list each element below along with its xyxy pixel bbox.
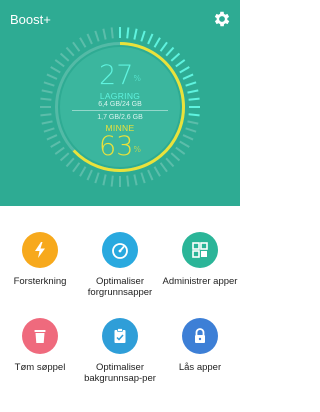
storage-tick-empty [43, 127, 55, 133]
action-empty-trash[interactable]: Tøm søppel [0, 318, 80, 408]
memory-amount: 1,7 GB/2,6 GB [97, 114, 143, 121]
storage-tick-empty [40, 113, 52, 117]
storage-tick-filled [140, 30, 146, 42]
storage-tick-filled [187, 89, 199, 94]
storage-tick-empty [41, 120, 53, 125]
storage-tick-empty [159, 162, 168, 173]
storage-tick-empty [54, 59, 65, 68]
storage-tick-empty [185, 127, 197, 133]
action-optimize-foreground-circle [102, 232, 138, 268]
storage-amount: 6,4 GB/24 GB [98, 101, 142, 108]
storage-tick-filled [159, 41, 168, 52]
storage-tick-filled [126, 27, 130, 39]
storage-tick-empty [126, 175, 130, 187]
storage-tick-empty [46, 73, 58, 80]
action-optimize-foreground[interactable]: Optimaliser forgrunnsapper [80, 232, 160, 322]
action-optimize-background-label: Optimaliser bakgrunnsap-per [84, 362, 156, 384]
gauge-divider [72, 110, 168, 111]
action-empty-trash-circle [22, 318, 58, 354]
storage-label: LAGRING [99, 91, 141, 101]
storage-tick-empty [86, 33, 93, 45]
storage-tick-empty [72, 41, 81, 52]
storage-tick-empty [102, 28, 107, 40]
storage-tick-filled [147, 33, 154, 45]
action-manage-apps-label: Administrer apper [162, 276, 238, 287]
storage-tick-empty [50, 140, 61, 148]
storage-tick-empty [140, 172, 146, 184]
storage-tick-filled [175, 59, 186, 68]
action-optimize-background-circle [102, 318, 138, 354]
action-lock-apps[interactable]: Lås apper [160, 318, 240, 408]
storage-tick-empty [110, 27, 114, 39]
action-manage-apps-circle [182, 232, 218, 268]
storage-tick-empty [59, 152, 70, 162]
storage-tick-empty [46, 134, 58, 141]
storage-tick-empty [79, 37, 87, 48]
storage-tick-empty [43, 81, 55, 87]
apps-grid-icon [192, 242, 208, 258]
action-optimize-foreground-label: Optimaliser forgrunnsapper [87, 276, 153, 298]
storage-tick-empty [79, 166, 87, 177]
storage-tick-filled [179, 66, 190, 74]
storage-tick-empty [170, 152, 181, 162]
storage-tick-empty [40, 97, 52, 101]
storage-tick-empty [65, 46, 75, 57]
storage-tick-empty [153, 166, 161, 177]
storage-tick-empty [41, 89, 53, 94]
trash-icon [34, 330, 46, 343]
storage-tick-filled [188, 97, 200, 101]
action-boost-circle [22, 232, 58, 268]
storage-tick-empty [175, 146, 186, 155]
clipboard-icon [114, 328, 126, 343]
storage-tick-empty [94, 172, 100, 184]
storage-tick-empty [59, 52, 70, 62]
action-manage-apps[interactable]: Administrer apper [160, 232, 240, 322]
lightning-icon [35, 242, 45, 258]
storage-tick-empty [72, 162, 81, 173]
speedometer-icon [112, 243, 128, 259]
memory-percent: 63% [99, 131, 141, 162]
storage-percent: 27% [99, 60, 141, 91]
storage-tick-filled [165, 46, 175, 57]
storage-tick-empty [147, 169, 154, 181]
storage-tick-filled [170, 52, 181, 62]
action-lock-apps-circle [182, 318, 218, 354]
action-boost-label: Forsterkning [13, 276, 67, 287]
action-optimize-background[interactable]: Optimaliser bakgrunnsap-per [80, 318, 160, 408]
storage-tick-filled [182, 73, 194, 80]
boost-hero-panel: Boost+ 27% LAGRING 6,4 GB/24 GB 1,7 GB/2… [0, 0, 240, 206]
action-empty-trash-label: Tøm søppel [14, 362, 66, 373]
storage-tick-filled [188, 113, 200, 117]
storage-tick-filled [153, 37, 161, 48]
storage-tick-empty [133, 174, 138, 186]
storage-tick-empty [187, 120, 199, 125]
storage-tick-empty [94, 30, 100, 42]
storage-tick-empty [54, 146, 65, 155]
action-lock-apps-label: Lås apper [178, 362, 222, 373]
storage-tick-empty [50, 66, 61, 74]
action-boost[interactable]: Forsterkning [0, 232, 80, 322]
storage-tick-empty [182, 134, 194, 141]
action-grid: Forsterkning Optimaliser forgrunnsapper … [0, 206, 240, 412]
storage-tick-empty [179, 140, 190, 148]
storage-tick-empty [110, 175, 114, 187]
storage-tick-filled [185, 81, 197, 87]
lock-icon [195, 328, 205, 343]
storage-tick-empty [86, 169, 93, 181]
storage-tick-empty [102, 174, 107, 186]
storage-tick-filled [133, 28, 138, 40]
